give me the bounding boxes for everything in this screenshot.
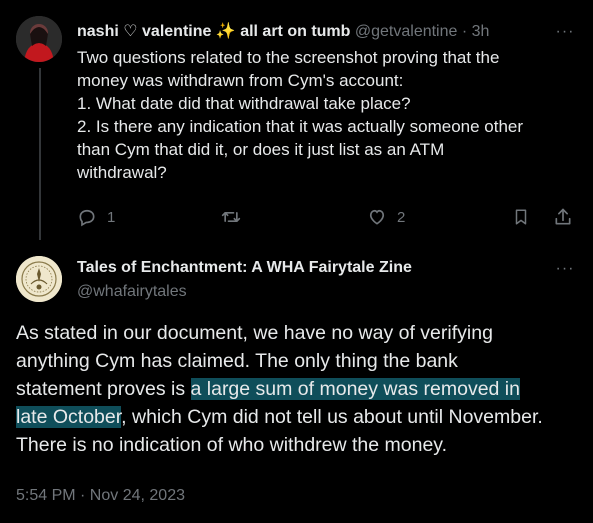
- like-icon: [369, 209, 385, 225]
- text-line: 1. What date did that withdrawal take pl…: [77, 94, 411, 113]
- author-name[interactable]: nashi ♡ valentine ✨ all art on tumb: [77, 23, 350, 40]
- retweet-button[interactable]: [220, 204, 242, 230]
- text-line: withdrawal?: [77, 163, 167, 182]
- author-handle[interactable]: @whafairytales: [77, 281, 187, 303]
- time-ago[interactable]: 3h: [472, 23, 490, 40]
- tweet-timestamp[interactable]: 5:54 PM · Nov 24, 2023: [16, 485, 185, 507]
- text-line: late October, which Cym did not tell us …: [16, 403, 581, 431]
- text-line: than Cym that did it, or does it just li…: [77, 140, 445, 159]
- text-line: money was withdrawn from Cym's account:: [77, 71, 404, 90]
- text-line: 2. Is there any indication that it was a…: [77, 117, 524, 136]
- bookmark-icon: [515, 209, 527, 225]
- like-count: 2: [397, 208, 406, 226]
- reply-button[interactable]: 1: [77, 204, 115, 230]
- thread-connector-line: [39, 68, 41, 240]
- text-line: statement proves is a large sum of money…: [16, 375, 581, 403]
- author-handle[interactable]: @getvalentine: [355, 23, 458, 40]
- tweet-text: As stated in our document, we have no wa…: [16, 319, 581, 459]
- retweet-icon: [221, 212, 241, 222]
- avatar[interactable]: [16, 256, 62, 302]
- text-line: anything Cym has claimed. The only thing…: [16, 350, 458, 372]
- bookmark-button[interactable]: [512, 204, 530, 230]
- share-button[interactable]: [553, 204, 573, 230]
- text-line: There is no indication of who withdrew t…: [16, 434, 448, 456]
- more-options-icon[interactable]: ···: [553, 259, 577, 279]
- share-icon: [555, 208, 571, 225]
- like-button[interactable]: 2: [367, 204, 405, 230]
- reply-text: Two questions related to the screenshot …: [77, 46, 577, 184]
- text-line: As stated in our document, we have no wa…: [16, 322, 493, 344]
- avatar[interactable]: [16, 16, 62, 62]
- more-options-icon[interactable]: ···: [553, 22, 577, 42]
- reply-header: nashi ♡ valentine ✨ all art on tumb @get…: [77, 20, 555, 44]
- author-name[interactable]: Tales of Enchantment: A WHA Fairytale Zi…: [77, 257, 412, 279]
- reply-icon: [79, 209, 95, 227]
- highlighted-text: late October: [16, 406, 122, 428]
- highlighted-text: a large sum of money was removed in: [190, 378, 520, 400]
- action-bar: 1 2: [77, 204, 577, 230]
- text-segment: statement proves is: [16, 378, 191, 400]
- main-tweet: Tales of Enchantment: A WHA Fairytale Zi…: [0, 240, 593, 523]
- reply-count: 1: [107, 208, 116, 226]
- meta-separator: ·: [461, 23, 468, 40]
- reply-tweet[interactable]: nashi ♡ valentine ✨ all art on tumb @get…: [0, 0, 593, 240]
- text-segment: , which Cym did not tell us about until …: [121, 406, 543, 428]
- text-line: Two questions related to the screenshot …: [77, 48, 500, 67]
